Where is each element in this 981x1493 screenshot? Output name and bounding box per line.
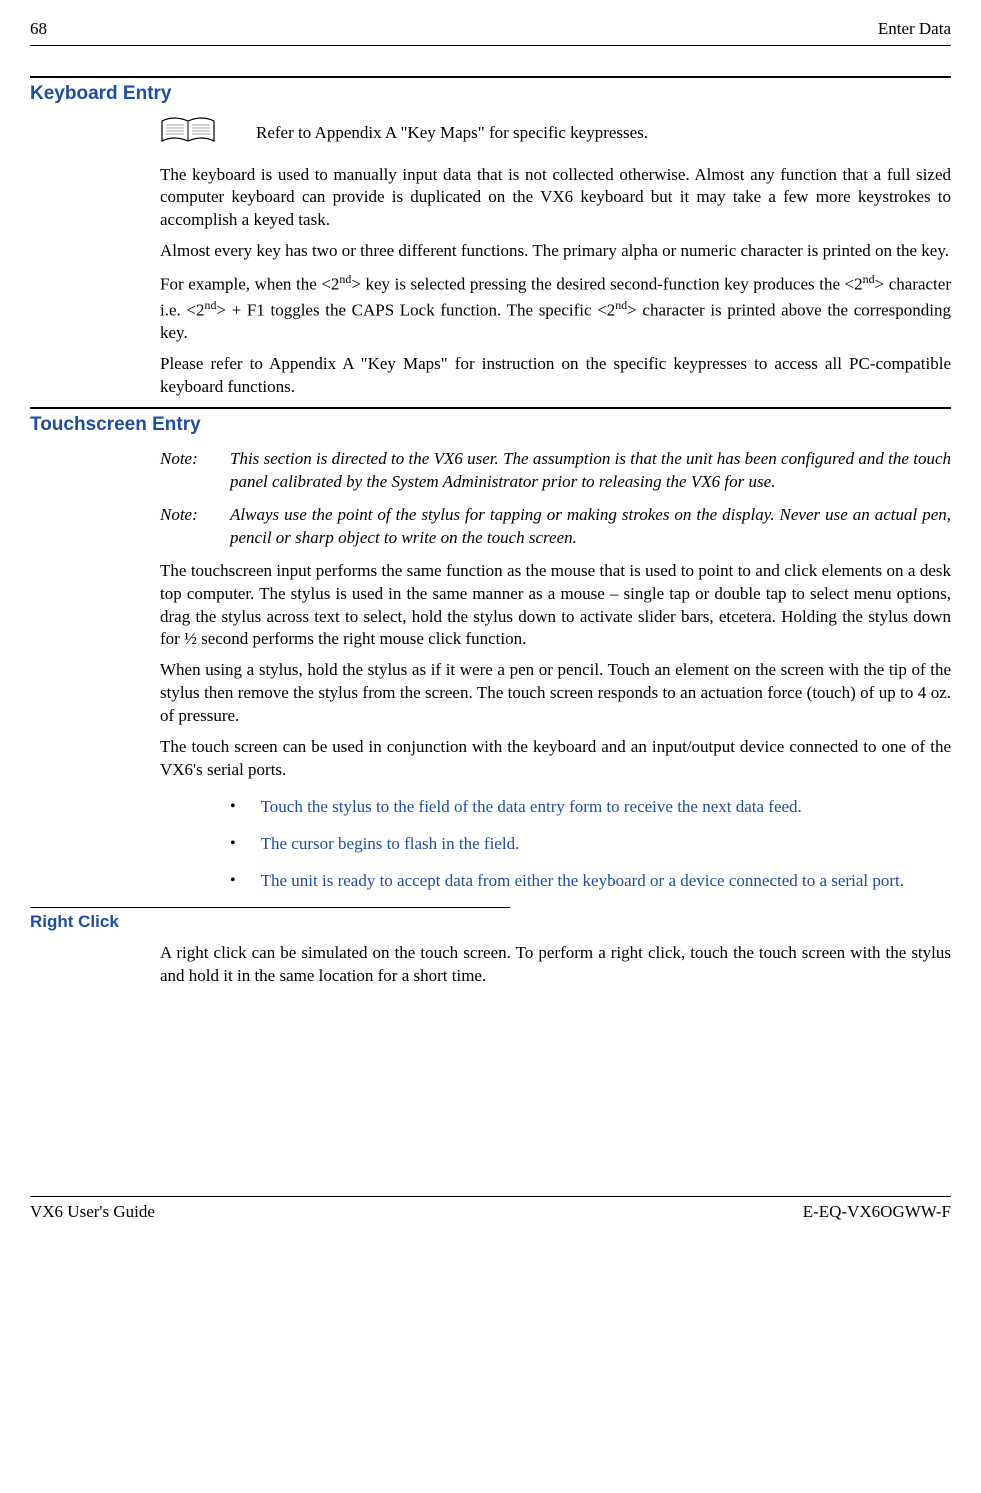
list-item: The unit is ready to accept data from ei… [230, 870, 951, 893]
touchscreen-bullets: Touch the stylus to the field of the dat… [160, 796, 951, 893]
note-label: Note: [160, 504, 230, 550]
header-title: Enter Data [878, 18, 951, 41]
section-touchscreen-entry-heading: Touchscreen Entry [30, 412, 951, 438]
touchscreen-p2: When using a stylus, hold the stylus as … [160, 659, 951, 728]
subsection-rule [30, 907, 510, 908]
keyboard-p4: Please refer to Appendix A "Key Maps" fo… [160, 353, 951, 399]
note-text: Always use the point of the stylus for t… [230, 504, 951, 550]
note-2: Note: Always use the point of the stylus… [160, 504, 951, 550]
section-touchscreen-entry-content: Note: This section is directed to the VX… [160, 448, 951, 893]
section-keyboard-entry-heading: Keyboard Entry [30, 81, 951, 107]
footer-left: VX6 User's Guide [30, 1201, 155, 1224]
touchscreen-p1: The touchscreen input performs the same … [160, 560, 951, 652]
section-right-click-content: A right click can be simulated on the to… [160, 942, 951, 988]
header-rule [30, 45, 951, 46]
keyboard-p2: Almost every key has two or three differ… [160, 240, 951, 263]
note-label: Note: [160, 448, 230, 494]
refer-text: Refer to Appendix A "Key Maps" for speci… [256, 122, 648, 145]
page-header: 68 Enter Data [30, 18, 951, 41]
keyboard-p3: For example, when the <2nd> key is selec… [160, 271, 951, 345]
refer-row: Refer to Appendix A "Key Maps" for speci… [160, 115, 951, 152]
note-1: Note: This section is directed to the VX… [160, 448, 951, 494]
footer-rule [30, 1196, 951, 1197]
page-number: 68 [30, 18, 47, 41]
book-icon [160, 115, 216, 152]
rightclick-p1: A right click can be simulated on the to… [160, 942, 951, 988]
section-right-click-heading: Right Click [30, 911, 951, 934]
footer-right: E-EQ-VX6OGWW-F [803, 1201, 951, 1224]
list-item: The cursor begins to flash in the field. [230, 833, 951, 856]
touchscreen-p3: The touch screen can be used in conjunct… [160, 736, 951, 782]
note-text: This section is directed to the VX6 user… [230, 448, 951, 494]
section-rule-1 [30, 76, 951, 78]
section-rule-2 [30, 407, 951, 409]
keyboard-p1: The keyboard is used to manually input d… [160, 164, 951, 233]
list-item: Touch the stylus to the field of the dat… [230, 796, 951, 819]
page-footer: VX6 User's Guide E-EQ-VX6OGWW-F [30, 1201, 951, 1224]
section-keyboard-entry-content: Refer to Appendix A "Key Maps" for speci… [160, 115, 951, 400]
